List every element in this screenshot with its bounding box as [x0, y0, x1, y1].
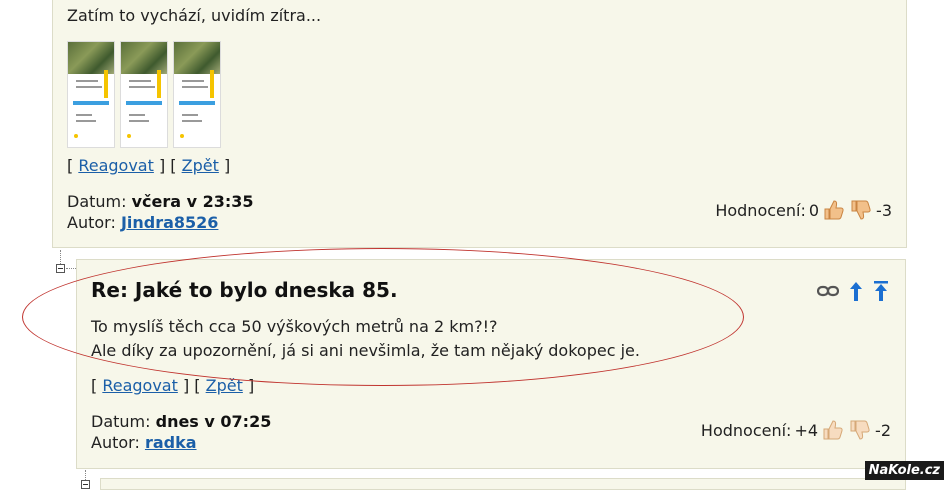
- tree-line: [66, 268, 76, 269]
- post-text-line: Ale díky za upozornění, já si ani nevšim…: [91, 341, 640, 360]
- rating-minus-count: -3: [876, 200, 892, 220]
- rating-label: Hodnocení:: [715, 200, 806, 220]
- author-link[interactable]: Jindra8526: [121, 213, 219, 232]
- thumbs-up-icon[interactable]: [821, 418, 845, 442]
- author-link[interactable]: radka: [145, 433, 197, 452]
- thumbs-down-icon[interactable]: [848, 418, 872, 442]
- next-post-edge: [100, 478, 906, 490]
- author-label: Autor:: [67, 213, 116, 232]
- reply-link[interactable]: Reagovat: [78, 156, 154, 175]
- post-links: [ Reagovat ] [ Zpět ]: [67, 156, 231, 175]
- date-value: včera v 23:35: [131, 192, 254, 211]
- rating-label: Hodnocení:: [700, 420, 792, 440]
- arrow-up-icon[interactable]: [849, 280, 863, 302]
- post-text: To myslíš těch cca 50 výškových metrů na…: [91, 315, 640, 363]
- arrow-top-icon[interactable]: [873, 280, 889, 302]
- rating-plus-count: 0: [808, 200, 820, 220]
- back-link[interactable]: Zpět: [206, 376, 243, 395]
- post-text: Zatím to vychází, uvidím zítra...: [67, 6, 322, 25]
- reply-link[interactable]: Reagovat: [102, 376, 178, 395]
- attachment-thumbnail[interactable]: [173, 41, 221, 148]
- post-text-line: To myslíš těch cca 50 výškových metrů na…: [91, 317, 498, 336]
- rating: Hodnocení: 0 -3: [715, 198, 892, 222]
- attachment-thumbnail[interactable]: [67, 41, 115, 148]
- collapse-toggle[interactable]: [56, 264, 65, 273]
- thumbs-up-icon[interactable]: [822, 198, 846, 222]
- collapse-toggle[interactable]: [81, 480, 90, 489]
- comment-post: Zatím to vychází, uvidím zítra... [ Reag…: [52, 0, 907, 248]
- rating-minus-count: -2: [875, 420, 891, 440]
- image-attachments: [67, 41, 221, 148]
- permalink-icon[interactable]: [817, 284, 839, 298]
- post-title: Re: Jaké to bylo dneska 85.: [91, 278, 398, 302]
- comment-post: Re: Jaké to bylo dneska 85. To myslíš tě…: [76, 259, 906, 469]
- post-tools: [817, 280, 889, 302]
- post-links: [ Reagovat ] [ Zpět ]: [91, 376, 255, 395]
- date-label: Datum:: [67, 192, 127, 211]
- date-value: dnes v 07:25: [155, 412, 272, 431]
- rating: Hodnocení: +4 -2: [701, 418, 891, 442]
- site-watermark: NaKole.cz: [864, 461, 944, 480]
- back-link[interactable]: Zpět: [182, 156, 219, 175]
- post-meta: Datum: včera v 23:35 Autor: Jindra8526: [67, 191, 254, 233]
- rating-plus-count: +4: [794, 420, 819, 440]
- attachment-thumbnail[interactable]: [120, 41, 168, 148]
- date-label: Datum:: [91, 412, 151, 431]
- author-label: Autor:: [91, 433, 140, 452]
- post-meta: Datum: dnes v 07:25 Autor: radka: [91, 411, 271, 453]
- thumbs-down-icon[interactable]: [849, 198, 873, 222]
